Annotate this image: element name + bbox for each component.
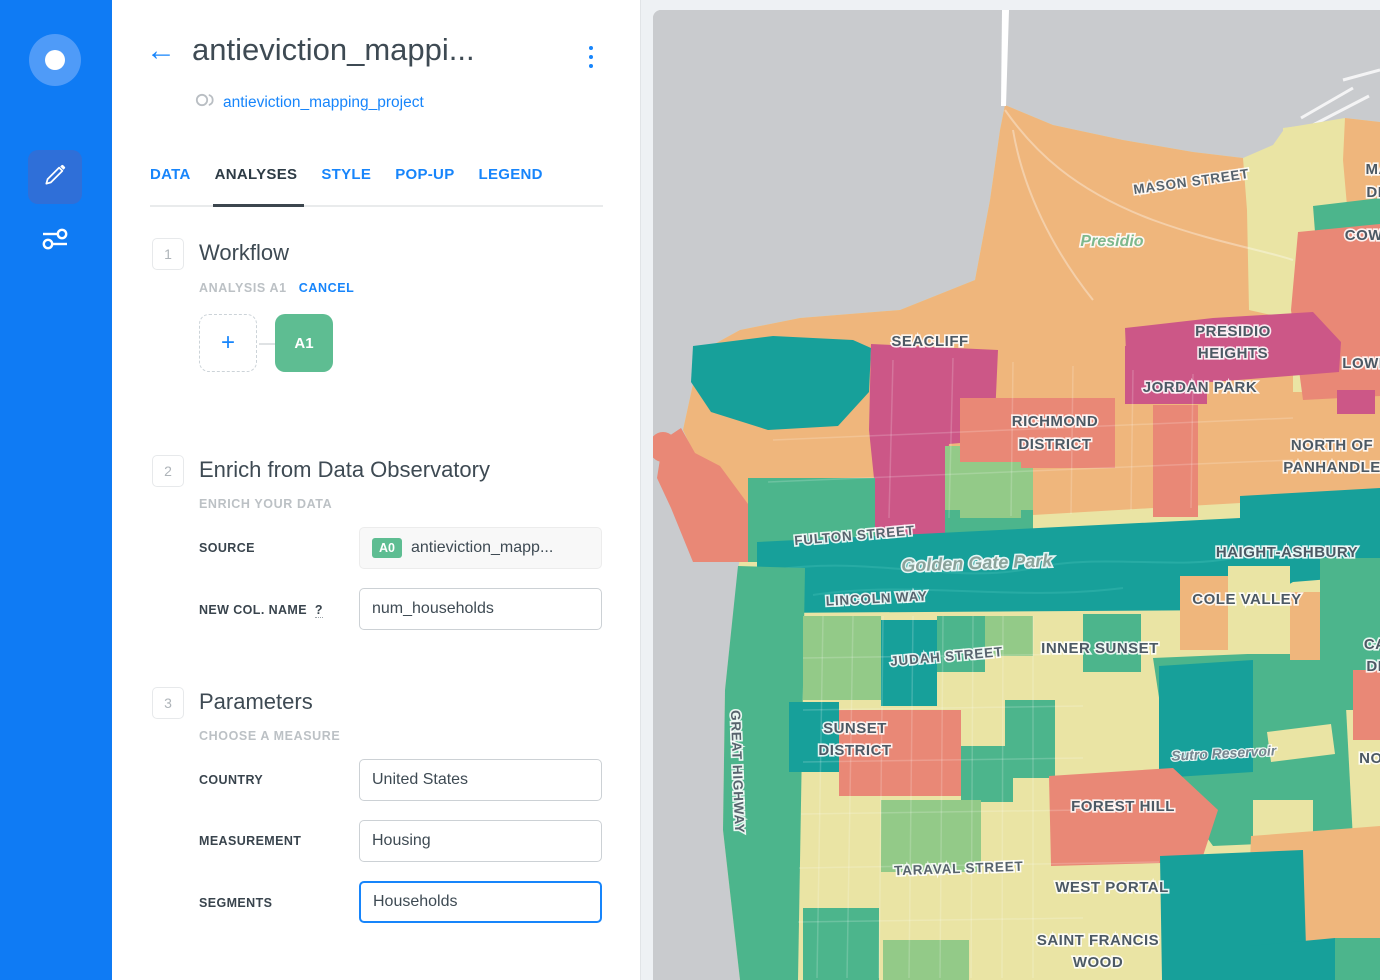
enrich-title: Enrich from Data Observatory [199,457,490,483]
map-label: HAIGHT-ASHBURY [1216,544,1358,561]
map-label: SAINT FRANCIS [1037,932,1159,949]
source-select[interactable]: A0 antieviction_mapp... [359,527,602,569]
country-value: United States [372,771,468,789]
section-3-number: 3 [152,687,184,719]
kebab-menu-button[interactable] [582,42,600,72]
map-label: HEIGHTS [1198,345,1268,362]
measurement-label: MEASUREMENT [199,834,301,848]
cancel-button[interactable]: CANCEL [299,281,355,295]
newcol-label: NEW COL. NAME [199,603,307,617]
source-label: SOURCE [199,541,255,555]
layer-source-icon [195,92,215,113]
panel-tabs: DATA ANALYSES STYLE POP-UP LEGEND [150,166,543,195]
project-link[interactable]: antieviction_mapping_project [223,94,424,112]
workflow-title: Workflow [199,240,289,266]
analysis-id-label: ANALYSIS A1 [199,281,287,295]
app-rail [0,0,112,980]
country-label: COUNTRY [199,773,263,787]
segments-value: Households [373,893,458,911]
widgets-mode-button[interactable] [28,214,82,268]
layer-panel: ← antieviction_mappi... antieviction_map… [112,0,640,980]
map-label: DISTRICT [818,742,891,759]
choropleth-map: MASON STREETPresidioMARINADISTRICTCOW HO… [653,10,1380,980]
country-select[interactable]: United States [359,759,602,801]
tab-underline [150,205,603,207]
map-canvas[interactable]: MASON STREETPresidioMARINADISTRICTCOW HO… [653,10,1380,980]
measurement-select[interactable]: Housing [359,820,602,862]
map-label: Presidio [1080,233,1143,250]
parameters-subtitle: CHOOSE A MEASURE [199,729,340,743]
map-label: INNER SUNSET [1041,640,1159,657]
map-label: LOWER PACIFIC [1342,355,1380,372]
segments-label: SEGMENTS [199,896,272,910]
tab-data[interactable]: DATA [150,166,191,195]
section-1-number: 1 [152,238,184,270]
map-label: WEST PORTAL [1055,879,1169,896]
analysis-a1-node[interactable]: A1 [275,314,333,372]
map-label: RICHMOND [1012,413,1099,430]
tab-style[interactable]: STYLE [321,166,371,195]
map-label: SUNSET [823,720,887,737]
enrich-subtitle: ENRICH YOUR DATA [199,497,332,511]
tab-popup[interactable]: POP-UP [395,166,454,195]
tab-legend[interactable]: LEGEND [479,166,543,195]
newcol-value: num_households [372,600,494,618]
map-label: COLE VALLEY [1192,591,1301,608]
a0-badge: A0 [372,538,402,558]
map-label: NORTH OF [1291,437,1373,454]
sliders-icon [40,224,70,259]
map-label: MARINA [1366,161,1380,178]
source-value: antieviction_mapp... [411,539,553,557]
map-label: DISTRICT [1366,184,1380,201]
map-label: SEACLIFF [891,333,968,350]
pencil-icon [42,162,68,193]
map-label: FOREST HILL [1071,798,1175,815]
map-label: PANHANDLE [1283,459,1380,476]
avatar[interactable] [29,34,81,86]
map-label: DISTRICT [1366,658,1380,675]
map-label: NOE VALLEY [1359,750,1380,767]
map-label: JORDAN PARK [1143,379,1257,396]
map-label: WOOD [1073,954,1123,971]
add-analysis-node[interactable]: + [199,314,257,372]
map-label: COW HOLLOW [1345,227,1380,244]
node-connector [259,343,275,345]
back-arrow-button[interactable]: ← [146,36,176,66]
parameters-title: Parameters [199,689,313,715]
map-label: PRESIDIO [1195,323,1271,340]
measurement-value: Housing [372,832,431,850]
layer-title: antieviction_mappi... [192,32,562,68]
help-icon[interactable]: ? [315,603,323,618]
tab-analyses[interactable]: ANALYSES [215,166,298,195]
map-label: DISTRICT [1018,436,1091,453]
segments-select[interactable]: Households [359,881,602,923]
edit-mode-button[interactable] [28,150,82,204]
section-2-number: 2 [152,455,184,487]
newcol-input[interactable]: num_households [359,588,602,630]
map-label: CASTRO [1364,636,1380,653]
